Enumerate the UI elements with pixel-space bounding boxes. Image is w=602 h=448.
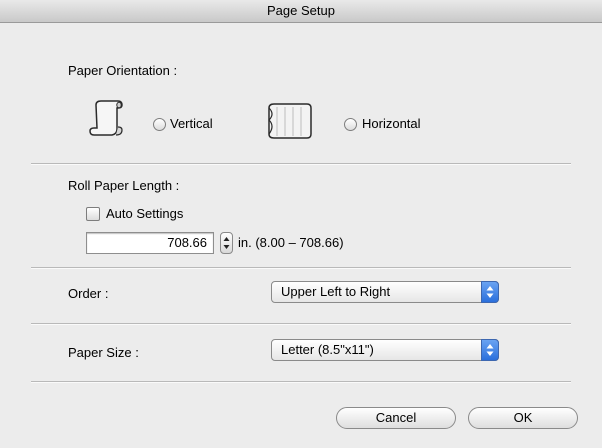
separator xyxy=(31,323,571,325)
paper-size-label: Paper Size : xyxy=(68,345,139,360)
order-label: Order : xyxy=(68,286,109,301)
landscape-roll-icon xyxy=(268,103,312,139)
separator xyxy=(31,381,571,383)
separator xyxy=(31,163,571,165)
order-popup[interactable]: Upper Left to Right xyxy=(271,281,499,303)
vertical-label: Vertical xyxy=(170,116,213,131)
paper-size-selected: Letter (8.5"x11") xyxy=(281,342,374,357)
portrait-roll-icon xyxy=(89,100,123,136)
auto-settings-checkbox[interactable] xyxy=(86,207,100,221)
cancel-button[interactable]: Cancel xyxy=(336,407,456,429)
stepper-arrows-icon xyxy=(223,237,230,249)
window-title: Page Setup xyxy=(0,0,602,23)
roll-length-stepper[interactable] xyxy=(220,232,233,254)
horizontal-label: Horizontal xyxy=(362,116,421,131)
vertical-radio[interactable] xyxy=(153,118,166,131)
paper-orientation-label: Paper Orientation : xyxy=(68,63,178,78)
roll-paper-length-label: Roll Paper Length : xyxy=(68,178,180,193)
roll-length-input[interactable]: 708.66 xyxy=(86,232,214,254)
popup-arrows-icon xyxy=(481,281,499,303)
range-label: in. (8.00 – 708.66) xyxy=(238,235,344,250)
horizontal-radio[interactable] xyxy=(344,118,357,131)
order-selected: Upper Left to Right xyxy=(281,284,391,299)
ok-button[interactable]: OK xyxy=(468,407,578,429)
paper-size-popup[interactable]: Letter (8.5"x11") xyxy=(271,339,499,361)
popup-arrows-icon xyxy=(481,339,499,361)
auto-settings-label: Auto Settings xyxy=(106,206,184,221)
separator xyxy=(31,267,571,269)
